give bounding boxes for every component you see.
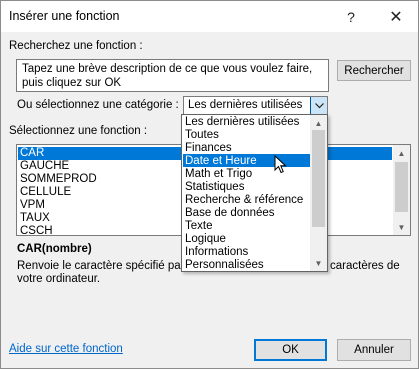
chevron-down-icon[interactable] [310, 97, 327, 115]
dropdown-option[interactable]: Texte [185, 220, 213, 233]
dropdown-option[interactable]: Finances [185, 142, 232, 155]
search-button[interactable]: Rechercher [337, 60, 411, 81]
dropdown-option[interactable]: Date et Heure [185, 155, 257, 168]
function-list-label: Sélectionnez une fonction : [9, 125, 148, 137]
dropdown-option[interactable]: Personnalisées [185, 259, 264, 271]
scroll-down-icon[interactable]: ▼ [310, 256, 327, 270]
ok-button[interactable]: OK [254, 339, 327, 361]
scroll-up-icon[interactable]: ▲ [310, 116, 327, 130]
function-signature: CAR(nombre) [17, 243, 92, 255]
dropdown-option[interactable]: Statistiques [185, 181, 244, 194]
scroll-down-icon[interactable]: ▼ [393, 220, 410, 234]
scroll-thumb[interactable] [312, 130, 325, 227]
dropdown-option[interactable]: Base de données [185, 207, 275, 220]
list-item[interactable]: CSCH [20, 225, 53, 235]
dropdown-option[interactable]: Math et Trigo [185, 168, 252, 181]
help-button[interactable]: ? [334, 5, 368, 29]
scroll-thumb[interactable] [395, 162, 408, 212]
dropdown-option[interactable]: Les dernières utilisées [185, 116, 299, 129]
category-selected-value: Les dernières utilisées [188, 99, 303, 111]
dropdown-scrollbar[interactable]: ▲ ▼ [310, 115, 327, 271]
description-text-line2: votre ordinateur. [17, 273, 101, 285]
category-label: Ou sélectionnez une catégorie : [17, 99, 179, 111]
close-button[interactable]: ✕ [379, 5, 413, 29]
list-item[interactable]: GAUCHE [20, 160, 69, 173]
list-item[interactable]: SOMMEPROD [20, 173, 97, 186]
mouse-pointer-icon [274, 155, 287, 174]
search-text-line2: puis cliquez sur OK [22, 77, 122, 89]
search-text-line1: Tapez une brève description de ce que vo… [22, 63, 313, 75]
list-item[interactable]: CAR [20, 147, 44, 160]
dropdown-option[interactable]: Toutes [185, 129, 219, 142]
help-link[interactable]: Aide sur cette fonction [9, 343, 123, 355]
search-label: Recherchez une fonction : [9, 40, 143, 52]
list-item[interactable]: TAUX [20, 212, 50, 225]
dropdown-option[interactable]: Informations [185, 246, 248, 259]
function-list-scrollbar[interactable]: ▲ ▼ [393, 145, 410, 235]
scroll-up-icon[interactable]: ▲ [393, 146, 410, 160]
cancel-button[interactable]: Annuler [337, 339, 411, 361]
list-item[interactable]: CELLULE [20, 186, 71, 199]
category-dropdown[interactable]: Les dernières utilisées Toutes Finances … [181, 114, 328, 272]
dropdown-option[interactable]: Recherche & référence [185, 194, 303, 207]
dropdown-option[interactable]: Logique [185, 233, 226, 246]
list-item[interactable]: VPM [20, 199, 45, 212]
title-bar: Insérer une fonction ? ✕ [1, 1, 418, 32]
description-text-left: Renvoie le caractère spécifié par [17, 260, 185, 272]
description-text-right: caractères de [330, 260, 400, 272]
category-select[interactable]: Les dernières utilisées [183, 96, 328, 116]
dialog-title: Insérer une fonction [9, 9, 120, 23]
search-input[interactable]: Tapez une brève description de ce que vo… [16, 59, 329, 92]
